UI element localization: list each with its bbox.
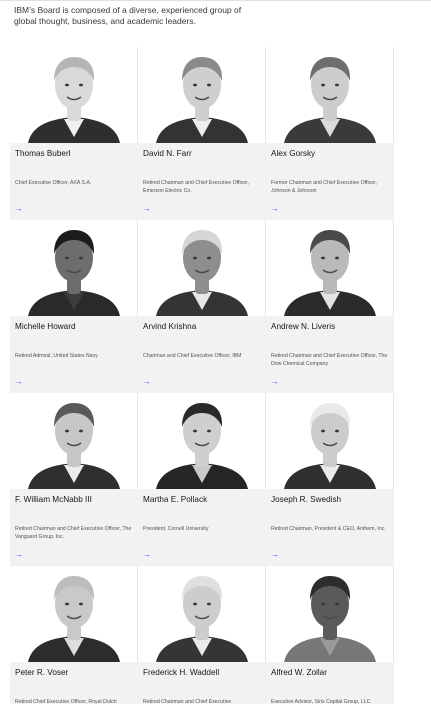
member-role: Former Chairman and Chief Executive Offi… (271, 180, 378, 194)
member-info-panel: Martha E. Pollack President, Cornell Univ… (138, 489, 266, 566)
member-info-panel: Joseph R. Swedish Retired Chairman, Presi… (266, 489, 394, 566)
board-member-card[interactable]: David N. Farr Retired Chairman and Chief … (138, 47, 266, 220)
member-name: Frederick H. Waddell (143, 668, 220, 677)
member-info-panel: Andrew N. Liveris Retired Chairman and Ch… (266, 316, 394, 393)
member-name: F. William McNabb III (15, 495, 92, 504)
member-info-panel: Alex Gorsky Former Chairman and Chief Exe… (266, 143, 394, 220)
member-name: Andrew N. Liveris (271, 322, 336, 331)
member-role: Retired Chairman, President & CEO, Anthe… (271, 526, 386, 532)
member-name: David N. Farr (143, 149, 192, 158)
board-intro-text: IBM’s Board is composed of a diverse, ex… (14, 5, 242, 26)
portrait-photo (10, 566, 138, 662)
portrait-photo (266, 47, 394, 143)
arrow-right-icon[interactable]: → (143, 205, 151, 213)
member-info-panel: Thomas Buberl Chief Executive Officer, AX… (10, 143, 138, 220)
member-role: Retired Chief Executive Officer, Royal D… (15, 699, 117, 704)
member-name: Alex Gorsky (271, 149, 316, 158)
board-member-card[interactable]: Frederick H. Waddell Retired Chairman and… (138, 566, 266, 704)
arrow-right-icon[interactable]: → (15, 205, 23, 213)
portrait-photo (138, 47, 266, 143)
member-name: Arvind Krishna (143, 322, 197, 331)
portrait-photo (10, 393, 138, 489)
member-name: Joseph R. Swedish (271, 495, 342, 504)
board-member-card[interactable]: Martha E. Pollack President, Cornell Univ… (138, 393, 266, 566)
member-name: Alfred W. Zollar (271, 668, 327, 677)
member-info-panel: Alfred W. Zollar Executive Advisor, Siris… (266, 662, 394, 704)
board-members-grid: Thomas Buberl Chief Executive Officer, AX… (10, 47, 394, 704)
member-info-panel: David N. Farr Retired Chairman and Chief … (138, 143, 266, 220)
portrait-photo (10, 47, 138, 143)
top-divider (0, 0, 431, 1)
member-name: Michelle Howard (15, 322, 76, 331)
column-divider (393, 47, 394, 143)
board-member-card[interactable]: Thomas Buberl Chief Executive Officer, AX… (10, 47, 138, 220)
portrait-photo (266, 393, 394, 489)
arrow-right-icon[interactable]: → (271, 205, 279, 213)
board-member-card[interactable]: Arvind Krishna Chairman and Chief Executi… (138, 220, 266, 393)
arrow-right-icon[interactable]: → (271, 551, 279, 559)
board-member-card[interactable]: Michelle Howard Retired Admiral, United S… (10, 220, 138, 393)
arrow-right-icon[interactable]: → (15, 551, 23, 559)
portrait-photo (266, 220, 394, 316)
member-name: Thomas Buberl (15, 149, 71, 158)
arrow-right-icon[interactable]: → (143, 378, 151, 386)
portrait-photo (138, 220, 266, 316)
member-role: Chief Executive Officer, AXA S.A. (15, 180, 92, 186)
member-info-panel: F. William McNabb III Retired Chairman an… (10, 489, 138, 566)
member-info-panel: Arvind Krishna Chairman and Chief Executi… (138, 316, 266, 393)
member-role: Chairman and Chief Executive Officer, IB… (143, 353, 242, 359)
board-member-card[interactable]: Alfred W. Zollar Executive Advisor, Siris… (266, 566, 394, 704)
member-info-panel: Michelle Howard Retired Admiral, United S… (10, 316, 138, 393)
member-name: Martha E. Pollack (143, 495, 208, 504)
member-role: Retired Chairman and Chief Executive Off… (143, 180, 250, 194)
column-divider (393, 393, 394, 489)
portrait-photo (266, 566, 394, 662)
arrow-right-icon[interactable]: → (15, 378, 23, 386)
member-role: Retired Admiral, United States Navy (15, 353, 98, 359)
board-member-card[interactable]: Alex Gorsky Former Chairman and Chief Exe… (266, 47, 394, 220)
member-role: Executive Advisor, Siris Capital Group, … (271, 699, 371, 704)
arrow-right-icon[interactable]: → (143, 551, 151, 559)
board-member-card[interactable]: F. William McNabb III Retired Chairman an… (10, 393, 138, 566)
member-info-panel: Frederick H. Waddell Retired Chairman and… (138, 662, 266, 704)
member-role: President, Cornell University (143, 526, 209, 532)
column-divider (393, 220, 394, 316)
arrow-right-icon[interactable]: → (271, 378, 279, 386)
member-role: Retired Chairman and Chief Executive Off… (15, 526, 132, 540)
member-role: Retired Chairman and Chief Executive (143, 699, 232, 704)
board-member-card[interactable]: Joseph R. Swedish Retired Chairman, Presi… (266, 393, 394, 566)
portrait-photo (138, 393, 266, 489)
member-info-panel: Peter R. Voser Retired Chief Executive Of… (10, 662, 138, 704)
board-member-card[interactable]: Andrew N. Liveris Retired Chairman and Ch… (266, 220, 394, 393)
portrait-photo (10, 220, 138, 316)
member-name: Peter R. Voser (15, 668, 69, 677)
board-member-card[interactable]: Peter R. Voser Retired Chief Executive Of… (10, 566, 138, 704)
member-role: Retired Chairman and Chief Executive Off… (271, 353, 388, 367)
column-divider (393, 566, 394, 662)
portrait-photo (138, 566, 266, 662)
